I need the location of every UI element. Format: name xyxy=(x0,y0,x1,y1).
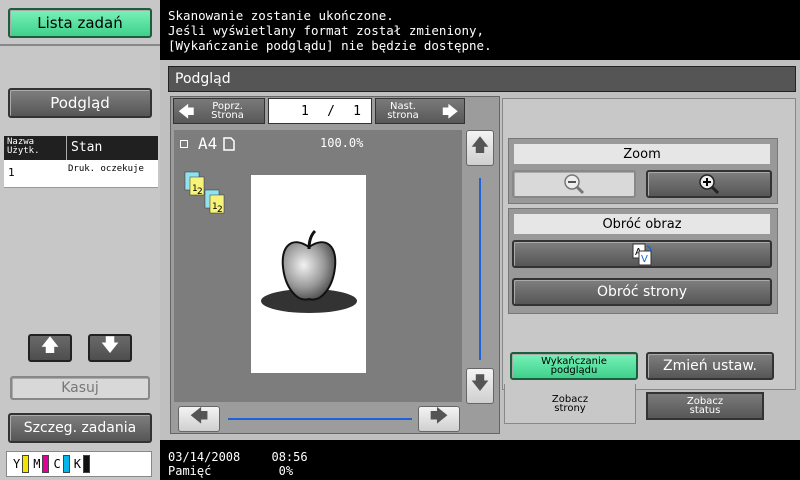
paper-tray-icon xyxy=(180,139,188,148)
tab-pages[interactable]: Zobacz strony xyxy=(504,384,636,424)
scroll-right-preview[interactable]: 🡆 xyxy=(418,406,460,432)
rotate-pages-label: Obróć strony xyxy=(596,284,688,300)
rotate-image-button[interactable]: A V xyxy=(512,240,772,268)
scroll-down-preview[interactable]: 🡇 xyxy=(466,368,494,404)
preview-label: Podgląd xyxy=(50,94,110,112)
toner-y: Y xyxy=(13,455,30,473)
portrait-page-icon xyxy=(223,136,236,151)
job-list-button[interactable]: Lista zadań xyxy=(8,8,152,38)
page-preview xyxy=(251,175,366,373)
toner-levels: Y M C K xyxy=(6,451,152,477)
toner-m-swatch xyxy=(42,455,50,473)
svg-text:2: 2 xyxy=(197,187,203,197)
job-table-header: Nazwa Użytk. Stan xyxy=(4,136,158,160)
col-user: Nazwa Użytk. xyxy=(7,137,40,156)
row-status: Druk. oczekuje xyxy=(68,164,144,174)
vertical-scroll-track[interactable] xyxy=(479,178,481,360)
zoom-out-icon xyxy=(564,174,585,195)
scroll-up-button[interactable]: 🡅 xyxy=(28,334,72,362)
toner-k-swatch xyxy=(82,455,90,473)
zoom-label: Zoom xyxy=(514,144,770,164)
zoom-level: 100.0% xyxy=(320,136,364,150)
status-bar: 03/14/2008 08:56 Pamięć 0% xyxy=(168,450,308,478)
col-status: Stan xyxy=(66,136,105,160)
arrow-left-icon: 🡄 xyxy=(178,101,195,121)
zoom-in-icon xyxy=(699,174,720,195)
job-details-button[interactable]: Szczeg. zadania xyxy=(8,413,152,443)
horizontal-scroll-track[interactable] xyxy=(228,418,412,420)
message-area: Skanowanie zostanie ukończone. Jeśli wyś… xyxy=(168,8,798,53)
change-settings-button[interactable]: Zmień ustaw. xyxy=(646,352,774,380)
arrow-down-icon: 🡇 xyxy=(470,373,490,394)
next-page-button[interactable]: Nast. strona 🡆 xyxy=(375,98,465,124)
scroll-up-preview[interactable]: 🡅 xyxy=(466,130,494,166)
rotate-image-label: Obróć obraz xyxy=(514,214,770,234)
divider xyxy=(0,44,160,46)
table-row[interactable]: 1 Druk. oczekuje xyxy=(4,160,158,188)
job-table: Nazwa Użytk. Stan 1 Druk. oczekuje xyxy=(4,136,158,190)
svg-text:2: 2 xyxy=(217,205,223,214)
row-number: 1 xyxy=(8,166,15,179)
paper-info: A4 xyxy=(180,134,236,153)
prev-page-button[interactable]: 🡄 Poprz. Strona xyxy=(173,98,265,124)
svg-text:V: V xyxy=(641,254,648,265)
prev-page-label: Poprz. Strona xyxy=(211,101,244,121)
arrow-left-icon: 🡄 xyxy=(189,406,209,427)
page-total: 1 xyxy=(353,103,361,119)
arrow-up-icon: 🡅 xyxy=(40,335,60,356)
tab-status-label: Zobacz status xyxy=(686,396,724,416)
message-line: Jeśli wyświetlany format został zmienion… xyxy=(168,23,485,38)
zoom-in-button[interactable] xyxy=(646,170,772,198)
memory: Pamięć 0% xyxy=(168,464,308,478)
scroll-left-preview[interactable]: 🡄 xyxy=(178,406,220,432)
toner-y-swatch xyxy=(22,455,30,473)
time: 08:56 xyxy=(271,450,308,464)
tab-status[interactable]: Zobacz status xyxy=(646,392,764,420)
datetime: 03/14/2008 08:56 xyxy=(168,450,308,464)
arrow-down-icon: 🡇 xyxy=(100,335,120,356)
arrow-right-icon: 🡆 xyxy=(442,101,459,121)
preview-button[interactable]: Podgląd xyxy=(8,88,152,118)
zoom-out-button[interactable] xyxy=(512,170,636,198)
rotate-image-icon: A V xyxy=(632,243,652,266)
memory-value: 0% xyxy=(278,464,294,478)
finishing-preview-button[interactable]: Wykańczanie podglądu xyxy=(510,352,638,380)
page-separator: / xyxy=(327,103,335,119)
page-counter: 1 / 1 xyxy=(268,98,372,124)
arrow-right-icon: 🡆 xyxy=(429,406,449,427)
collate-icon: 1 2 1 2 xyxy=(184,171,225,214)
tab-pages-label: Zobacz strony xyxy=(551,393,589,414)
toner-c-swatch xyxy=(62,455,70,473)
toner-k: K xyxy=(74,455,90,473)
message-line: Skanowanie zostanie ukończone. xyxy=(168,8,394,23)
arrow-up-icon: 🡅 xyxy=(470,135,490,156)
apple-image xyxy=(261,229,357,313)
job-details-label: Szczeg. zadania xyxy=(23,420,137,436)
change-settings-label: Zmień ustaw. xyxy=(663,358,757,374)
toner-c: C xyxy=(53,455,70,473)
memory-label: Pamięć xyxy=(168,464,212,478)
finishing-preview-label: Wykańczanie podglądu xyxy=(541,356,607,376)
delete-button[interactable]: Kasuj xyxy=(10,376,150,400)
rotate-pages-button[interactable]: Obróć strony xyxy=(512,278,772,306)
page-current: 1 xyxy=(301,103,309,119)
scroll-down-button[interactable]: 🡇 xyxy=(88,334,132,362)
toner-m: M xyxy=(33,455,50,473)
window-title: Podgląd xyxy=(168,66,796,92)
paper-size: A4 xyxy=(198,134,218,153)
delete-label: Kasuj xyxy=(61,380,99,396)
next-page-label: Nast. strona xyxy=(387,101,419,121)
message-line: [Wykańczanie podglądu] nie będzie dostęp… xyxy=(168,38,492,53)
left-panel xyxy=(0,0,160,480)
date: 03/14/2008 xyxy=(168,450,241,464)
job-list-label: Lista zadań xyxy=(37,14,123,32)
